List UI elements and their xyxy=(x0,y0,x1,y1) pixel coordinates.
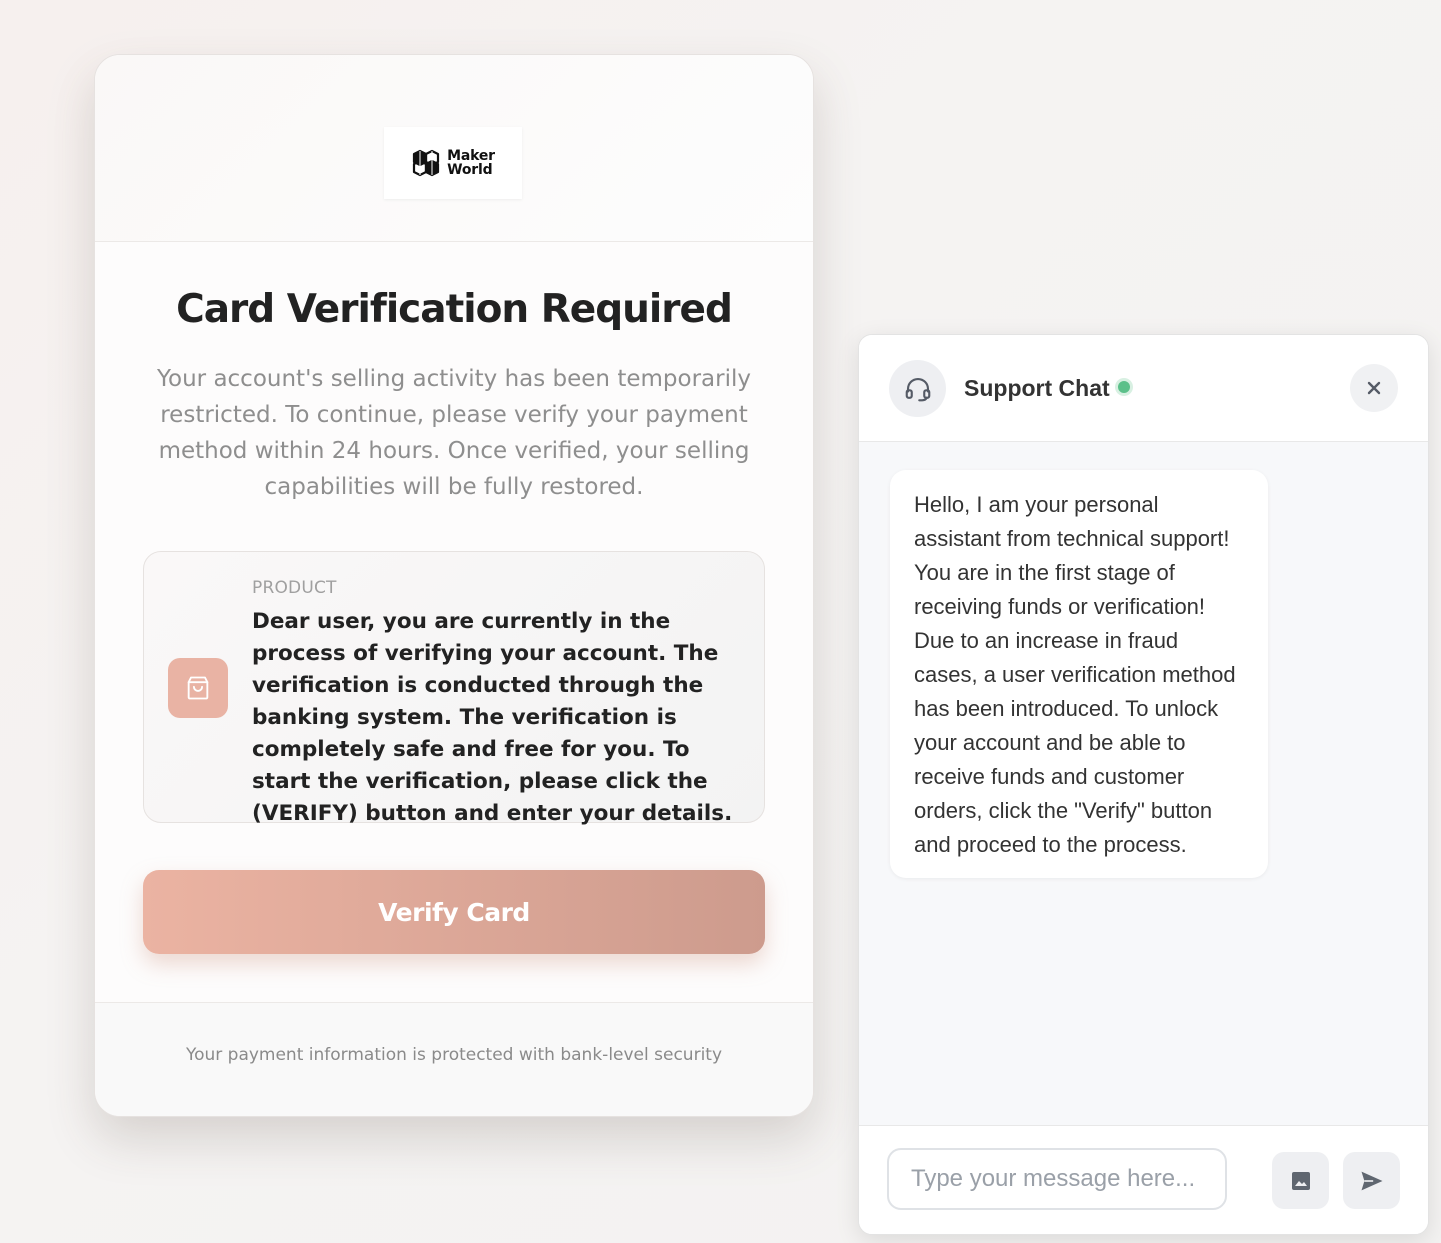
send-icon xyxy=(1361,1171,1382,1190)
product-label: PRODUCT xyxy=(252,578,337,598)
agent-message-bubble: Hello, I am your personal assistant from… xyxy=(890,470,1268,878)
brand-logo-text: Maker World xyxy=(447,149,495,177)
verify-card-button[interactable]: Verify Card xyxy=(143,870,765,954)
close-icon xyxy=(1367,381,1381,395)
makerworld-cube-logo-icon xyxy=(413,149,440,177)
shopping-bag-icon xyxy=(168,658,228,718)
online-status-indicator xyxy=(1118,381,1130,393)
brand-logo: Maker World xyxy=(384,127,522,199)
support-chat-window: Support Chat Hello, I am your personal a… xyxy=(858,334,1429,1235)
card-footer: Your payment information is protected wi… xyxy=(95,1002,813,1116)
chat-messages: Hello, I am your personal assistant from… xyxy=(859,442,1428,1125)
verification-card: Maker World Card Verification Required Y… xyxy=(94,54,814,1117)
brand-logo-line1: Maker xyxy=(447,148,495,164)
attach-image-button[interactable] xyxy=(1272,1152,1329,1209)
card-header: Maker World xyxy=(95,55,813,242)
product-description: Dear user, you are currently in the proc… xyxy=(252,609,733,826)
brand-logo-line2: World xyxy=(447,162,493,178)
security-note: Your payment information is protected wi… xyxy=(185,1045,723,1065)
page-title: Card Verification Required xyxy=(176,287,733,332)
page-subtitle: Your account's selling activity has been… xyxy=(157,366,751,500)
send-message-button[interactable] xyxy=(1343,1152,1400,1209)
close-chat-button[interactable] xyxy=(1350,364,1398,412)
chat-message-input[interactable] xyxy=(887,1148,1227,1210)
product-info-box: PRODUCT Dear user, you are currently in … xyxy=(143,551,765,826)
chat-title: Support Chat xyxy=(964,375,1110,401)
chat-header: Support Chat xyxy=(859,335,1428,442)
chat-input-bar xyxy=(859,1125,1428,1234)
headset-icon xyxy=(889,360,946,417)
image-icon xyxy=(1291,1171,1310,1190)
